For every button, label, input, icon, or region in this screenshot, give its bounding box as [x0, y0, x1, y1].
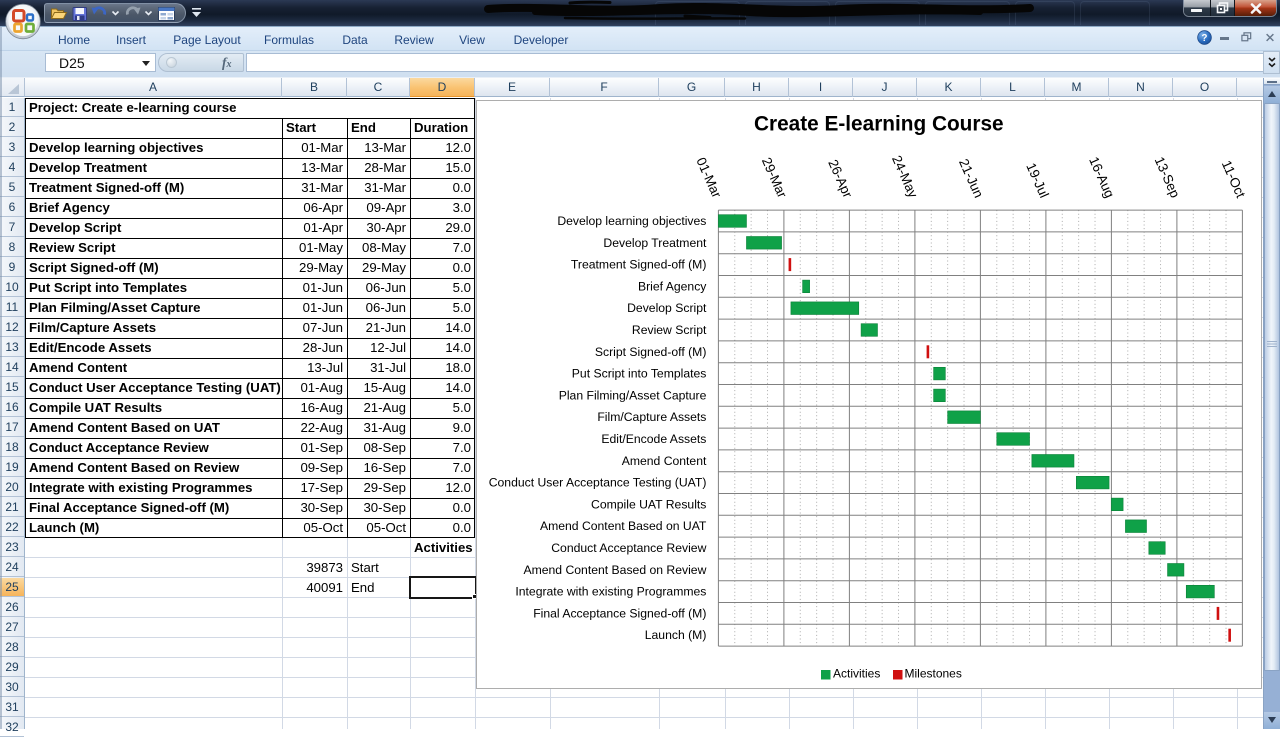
svg-text:01-Mar: 01-Mar: [693, 155, 724, 200]
svg-text:21-Jun: 21-Jun: [956, 156, 986, 200]
svg-text:29-Mar: 29-Mar: [759, 155, 790, 200]
svg-text:Conduct User Acceptance Testin: Conduct User Acceptance Testing (UAT): [489, 475, 707, 489]
svg-text:Compile UAT Results: Compile UAT Results: [591, 497, 706, 511]
svg-text:Create E-learning Course: Create E-learning Course: [754, 112, 1004, 135]
svg-text:?: ?: [1202, 33, 1208, 44]
svg-text:Develop Script: Develop Script: [627, 301, 707, 315]
svg-text:Brief Agency: Brief Agency: [638, 279, 707, 293]
svg-text:Develop learning objectives: Develop learning objectives: [557, 214, 706, 228]
svg-text:Film/Capture Assets: Film/Capture Assets: [597, 410, 706, 424]
svg-text:Launch (M): Launch (M): [645, 628, 707, 642]
svg-text:Review Script: Review Script: [632, 323, 707, 337]
svg-text:Develop Treatment: Develop Treatment: [603, 235, 707, 249]
svg-text:Final Acceptance Signed-off (M: Final Acceptance Signed-off (M): [533, 606, 706, 620]
svg-text:Conduct Acceptance Review: Conduct Acceptance Review: [551, 541, 706, 555]
svg-text:24-May: 24-May: [889, 153, 921, 200]
svg-text:Amend Content Based on Review: Amend Content Based on Review: [523, 562, 706, 576]
svg-text:Plan Filming/Asset Capture: Plan Filming/Asset Capture: [559, 388, 707, 402]
svg-text:Treatment Signed-off (M): Treatment Signed-off (M): [571, 257, 706, 271]
svg-text:11-Oct: 11-Oct: [1219, 158, 1249, 200]
svg-text:Script Signed-off (M): Script Signed-off (M): [595, 344, 707, 358]
svg-text:Amend Content Based on UAT: Amend Content Based on UAT: [540, 519, 707, 533]
svg-text:Amend Content: Amend Content: [622, 453, 707, 467]
svg-text:Integrate with existing Progra: Integrate with existing Programmes: [515, 584, 706, 598]
svg-text:Milestones: Milestones: [905, 666, 962, 680]
svg-text:19-Jul: 19-Jul: [1023, 160, 1052, 199]
svg-text:Activities: Activities: [833, 666, 880, 680]
svg-text:Edit/Encode Assets: Edit/Encode Assets: [601, 432, 706, 446]
svg-text:Put Script into Templates: Put Script into Templates: [572, 366, 707, 380]
svg-text:16-Aug: 16-Aug: [1086, 154, 1117, 200]
svg-text:26-Apr: 26-Apr: [825, 157, 855, 200]
svg-text:13-Sep: 13-Sep: [1152, 154, 1183, 200]
